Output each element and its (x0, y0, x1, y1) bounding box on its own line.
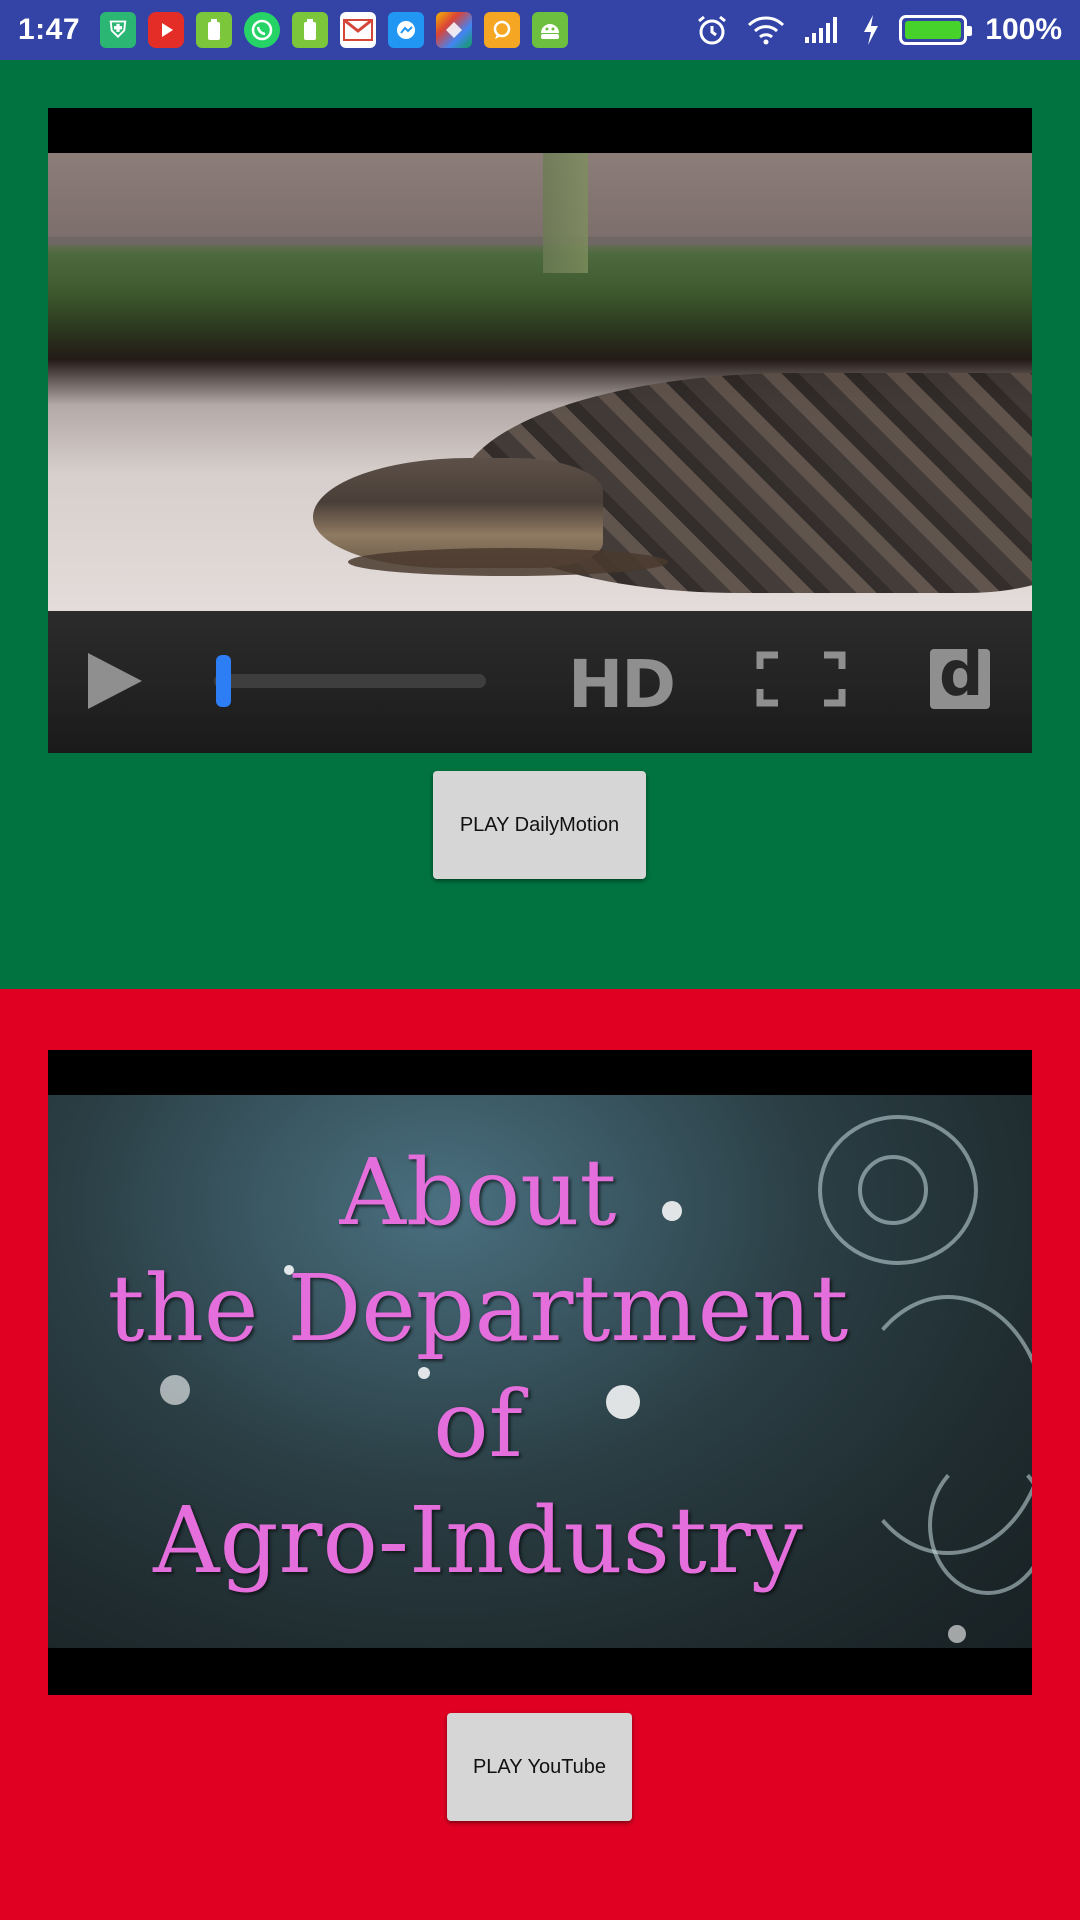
title-line: About (339, 1139, 617, 1246)
youtube-icon (148, 12, 185, 48)
progress-track[interactable] (214, 674, 486, 688)
battery-icon (899, 15, 973, 45)
photos-icon (436, 12, 473, 48)
play-youtube-button[interactable]: PLAY YouTube (447, 1713, 632, 1821)
swirl-ornament (928, 1455, 1032, 1595)
title-line: Agro-Industry (153, 1487, 803, 1594)
hd-toggle[interactable]: HD (568, 646, 676, 723)
alarm-icon (695, 13, 729, 47)
dailymotion-section: HD d PLAY DailyMotion (0, 60, 1080, 989)
battery-app-icon (196, 12, 233, 48)
progress-handle[interactable] (216, 655, 232, 707)
player-controls: HD d (48, 611, 1032, 753)
shield-icon: ⛨ (100, 12, 137, 48)
status-time: 1:47 (18, 13, 81, 46)
fullscreen-icon[interactable] (756, 651, 846, 707)
title-line: the Department (107, 1255, 849, 1362)
status-bar: 1:47 ⛨ 100% (0, 0, 1080, 60)
video-title-overlay: About the Department of Agro-Industry (48, 1135, 908, 1599)
crocodile-jaw (348, 548, 668, 576)
wifi-icon (747, 13, 785, 47)
dailymotion-logo-icon[interactable]: d (930, 643, 990, 709)
messenger-icon (388, 12, 425, 48)
video-thumbnail: About the Department of Agro-Industry (48, 1095, 1032, 1648)
battery-level (905, 21, 962, 39)
play-icon[interactable] (88, 653, 142, 709)
youtube-section: About the Department of Agro-Industry PL… (0, 989, 1080, 1920)
wall-seam (48, 237, 1032, 245)
video-thumbnail (48, 153, 1032, 611)
signal-icon (803, 13, 843, 47)
battery-percent: 100% (985, 13, 1062, 46)
android-icon (532, 12, 569, 48)
dailymotion-player[interactable]: HD d (48, 108, 1032, 753)
dailymotion-logo-letter: d (939, 637, 984, 710)
play-dailymotion-button[interactable]: PLAY DailyMotion (433, 771, 646, 879)
pole (543, 153, 588, 273)
battery-app-icon (292, 12, 329, 48)
title-line: of (433, 1371, 523, 1478)
charging-icon (861, 13, 881, 47)
youtube-player[interactable]: About the Department of Agro-Industry (48, 1050, 1032, 1695)
notification-icons: ⛨ (100, 12, 569, 48)
bokeh-dot (948, 1625, 966, 1643)
gmail-icon (340, 12, 377, 48)
chat-icon (484, 12, 521, 48)
whatsapp-icon (244, 12, 281, 48)
